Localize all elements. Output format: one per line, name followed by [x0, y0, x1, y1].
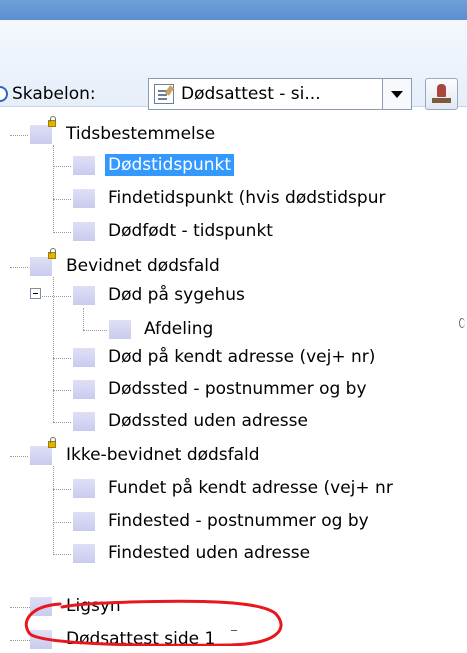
red-circle-annotation — [24, 599, 283, 646]
